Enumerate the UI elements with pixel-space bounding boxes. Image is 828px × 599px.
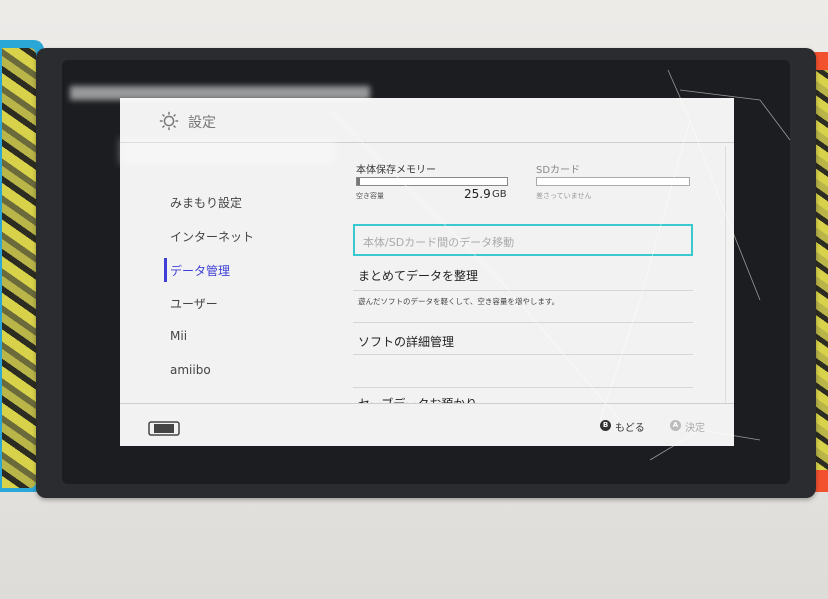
sidebar-active-indicator — [164, 258, 167, 282]
system-memory-bar — [356, 177, 508, 186]
scroll-track — [725, 146, 726, 446]
organize-data-description: 遊んだソフトのデータを軽くして、空き容量を増やします。 — [358, 297, 560, 306]
console-icon — [148, 421, 180, 436]
ok-button[interactable]: 決定 — [685, 419, 705, 434]
organize-data-option[interactable]: まとめてデータを整理 — [358, 267, 478, 284]
system-free-unit: GB — [492, 189, 507, 200]
b-button-icon: B — [600, 420, 611, 431]
sd-card-bar — [536, 177, 690, 186]
sidebar-item-internet[interactable]: インターネット — [170, 228, 254, 245]
system-free-value: 25.9 — [464, 187, 491, 201]
sd-card-status: 差さっていません — [536, 192, 592, 200]
software-management-option[interactable]: ソフトの詳細管理 — [358, 333, 454, 350]
sidebar-item-parental-controls[interactable]: みまもり設定 — [170, 194, 242, 211]
page-title: 設定 — [188, 115, 216, 131]
footer-bar: B もどる A 決定 — [120, 403, 734, 446]
back-button[interactable]: もどる — [615, 419, 645, 434]
move-data-label: 本体/SDカード間のデータ移動 — [363, 236, 515, 249]
header-bar: 設定 — [120, 98, 734, 143]
sidebar-item-data-management[interactable]: データ管理 — [170, 262, 230, 279]
sidebar-item-amiibo[interactable]: amiibo — [170, 363, 211, 377]
right-joycon-artwork — [814, 70, 828, 470]
gear-icon — [159, 111, 179, 131]
sd-card-label: SDカード — [536, 165, 581, 176]
row-divider — [353, 290, 693, 291]
screen-glare — [70, 86, 370, 100]
row-divider — [353, 354, 693, 355]
sidebar-item-users[interactable]: ユーザー — [170, 295, 218, 312]
sidebar-item-mii[interactable]: Mii — [170, 329, 187, 343]
system-free-label: 空き容量 — [356, 192, 384, 200]
system-memory-bar-fill — [357, 178, 360, 185]
screen-glare-secondary — [120, 138, 335, 164]
move-data-option[interactable]: 本体/SDカード間のデータ移動 — [353, 224, 693, 256]
left-joycon-artwork — [2, 48, 36, 488]
row-divider — [353, 387, 693, 388]
row-divider — [353, 322, 693, 323]
a-button-icon: A — [670, 420, 681, 431]
system-memory-label: 本体保存メモリー — [356, 165, 436, 176]
